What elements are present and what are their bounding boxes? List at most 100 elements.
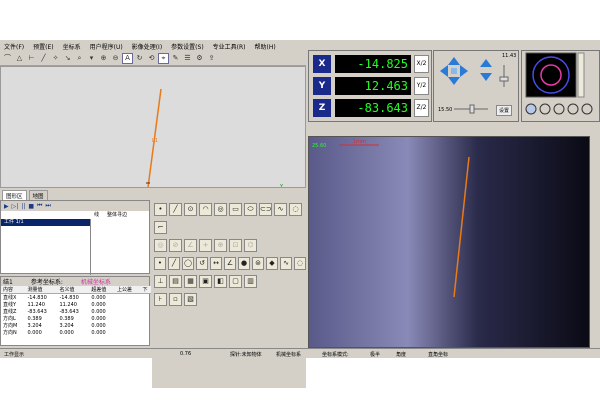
menu-image[interactable]: 影像处理(I) xyxy=(132,42,162,51)
edit-icon[interactable]: ✎ xyxy=(171,54,180,63)
table-row[interactable]: 方向L 0.389 0.389 0.000 xyxy=(1,315,151,323)
auto-line-icon[interactable]: ╱ xyxy=(168,256,180,270)
measure-icon[interactable]: ↘ xyxy=(63,54,72,63)
move-center-icon[interactable] xyxy=(451,68,457,74)
lens-scrollbar[interactable] xyxy=(577,52,585,98)
z-axis-button[interactable]: Z xyxy=(313,99,331,117)
light-mode-1-icon[interactable] xyxy=(525,103,537,115)
tab-graphics[interactable]: 图形区 xyxy=(2,190,27,200)
z-up-icon[interactable] xyxy=(480,59,492,67)
line-tool-icon[interactable]: ╱ xyxy=(169,202,182,216)
crosshair-icon[interactable]: ⌖ xyxy=(158,53,169,64)
z-half-button[interactable]: Z/2 xyxy=(414,99,429,117)
more-icon[interactable]: ▾ xyxy=(87,54,96,63)
curve-tool-icon[interactable]: ∿ xyxy=(274,202,287,216)
auto-arc-icon[interactable]: ↺ xyxy=(196,256,208,270)
table-row[interactable]: 直线X -14.830 -14.830 0.000 xyxy=(1,294,151,302)
angle-icon[interactable]: ∠ xyxy=(224,256,236,270)
fill-icon[interactable]: ◆ xyxy=(266,256,278,270)
list-icon[interactable]: ☰ xyxy=(183,54,192,63)
settings-icon[interactable]: ⚙ xyxy=(195,54,204,63)
report-icon[interactable]: ▦ xyxy=(184,274,197,288)
light-mode-5-icon[interactable] xyxy=(581,103,593,115)
y-half-button[interactable]: Y/2 xyxy=(414,77,429,95)
menu-program[interactable]: 用户程序(U) xyxy=(90,42,123,51)
dim-tool-1-icon[interactable]: ◎ xyxy=(154,238,167,252)
spline-icon[interactable]: ∿ xyxy=(280,256,292,270)
dim-tool-4-icon[interactable]: + xyxy=(199,238,212,252)
line-icon[interactable]: ╱ xyxy=(39,54,48,63)
ring-tool-icon[interactable]: ◎ xyxy=(214,202,227,216)
menu-tools[interactable]: 专业工具(R) xyxy=(213,42,246,51)
corner-tool-icon[interactable]: ⌐ xyxy=(154,220,167,234)
target-icon[interactable]: ● xyxy=(238,256,250,270)
span-icon[interactable]: ⊢ xyxy=(27,54,36,63)
slot-tool-icon[interactable]: ⊂⊃ xyxy=(259,202,272,216)
table-row[interactable]: 直线Y 11.240 11.240 0.000 xyxy=(1,301,151,309)
move-left-icon[interactable] xyxy=(440,65,448,77)
align-icon[interactable]: ⊦ xyxy=(154,292,167,306)
coord-sys-value[interactable]: 机械坐标系 xyxy=(81,277,111,286)
frame-icon[interactable]: ▢ xyxy=(229,274,242,288)
light-slider-thumb[interactable] xyxy=(469,104,475,114)
auto-point-icon[interactable]: • xyxy=(154,256,166,270)
coord-icon[interactable]: ⊥ xyxy=(154,274,167,288)
light-mode-2-icon[interactable] xyxy=(539,103,551,115)
z-down-icon[interactable] xyxy=(480,73,492,81)
program-list[interactable]: 工件 1/1 xyxy=(1,219,91,275)
menu-file[interactable]: 文件(F) xyxy=(4,42,24,51)
zoom-in-icon[interactable]: ⊕ xyxy=(99,54,108,63)
arc-tool-icon[interactable]: ⌒ xyxy=(3,54,12,63)
menu-params[interactable]: 参数设置(S) xyxy=(171,42,204,51)
image-icon[interactable]: ▣ xyxy=(199,274,212,288)
pause-icon[interactable]: || xyxy=(21,203,25,210)
camera-view[interactable]: 25.60 1mm xyxy=(308,136,590,348)
x-half-button[interactable]: X/2 xyxy=(414,55,429,73)
point-tool-icon[interactable]: • xyxy=(154,202,167,216)
x-axis-button[interactable]: X xyxy=(313,55,331,73)
save-img-icon[interactable]: ▧ xyxy=(184,292,197,306)
probe-icon[interactable]: ⌕ xyxy=(75,54,84,63)
menu-preset[interactable]: 预置(E) xyxy=(33,42,53,51)
dim-tool-2-icon[interactable]: ⊘ xyxy=(169,238,182,252)
magic-icon[interactable]: ✧ xyxy=(51,54,60,63)
color-icon[interactable]: ▥ xyxy=(244,274,257,288)
table-row[interactable]: 方向N 0.000 0.000 0.000 xyxy=(1,329,151,337)
light-mode-3-icon[interactable] xyxy=(553,103,565,115)
program-selected-item[interactable]: 工件 1/1 xyxy=(1,219,90,226)
capture-icon[interactable]: ◧ xyxy=(214,274,227,288)
menu-coord[interactable]: 坐标系 xyxy=(63,42,81,51)
ellipse-tool-icon[interactable]: ⬭ xyxy=(244,202,257,216)
note-icon[interactable]: ▫ xyxy=(169,292,182,306)
stop-icon[interactable]: ■ xyxy=(28,203,34,210)
refresh-icon[interactable]: ↻ xyxy=(135,54,144,63)
graphics-canvas[interactable]: L1 Y X xyxy=(1,67,305,203)
arc-tool-icon[interactable]: ◠ xyxy=(199,202,212,216)
graphics-viewport[interactable]: L1 Y X xyxy=(0,66,306,203)
play-icon[interactable]: ▶ xyxy=(4,203,9,210)
motion-settings-button[interactable]: 设置 xyxy=(496,105,513,116)
blob-icon[interactable]: ◌ xyxy=(294,256,306,270)
distance-icon[interactable]: ↔ xyxy=(210,256,222,270)
camera-image[interactable]: 25.60 1mm xyxy=(309,137,590,348)
speed-slider-thumb[interactable] xyxy=(499,76,509,82)
auto-circle-icon[interactable]: ◯ xyxy=(182,256,194,270)
table-row[interactable]: 方向M 3.204 3.204 0.000 xyxy=(1,322,151,330)
freeform-tool-icon[interactable]: ◌ xyxy=(289,202,302,216)
triangle-icon[interactable]: △ xyxy=(15,54,24,63)
export-icon[interactable]: ⇪ xyxy=(207,54,216,63)
table-row[interactable]: 直线Z -83.643 -83.643 0.000 xyxy=(1,308,151,316)
move-down-icon[interactable] xyxy=(448,77,460,85)
dim-tool-5-icon[interactable]: ⊕ xyxy=(214,238,227,252)
rect-tool-icon[interactable]: ▭ xyxy=(229,202,242,216)
dim-tool-3-icon[interactable]: ∠ xyxy=(184,238,197,252)
rewind-icon[interactable]: ⏮ xyxy=(37,202,42,210)
move-up-icon[interactable] xyxy=(448,57,460,65)
zoom-out-icon[interactable]: ⊖ xyxy=(111,54,120,63)
chart-icon[interactable]: ▤ xyxy=(169,274,182,288)
tab-map[interactable]: 地图 xyxy=(28,190,48,200)
y-axis-button[interactable]: Y xyxy=(313,77,331,95)
text-icon[interactable]: A xyxy=(122,53,133,64)
contour-icon[interactable]: ⊜ xyxy=(252,256,264,270)
rotate-icon[interactable]: ⟲ xyxy=(147,54,156,63)
